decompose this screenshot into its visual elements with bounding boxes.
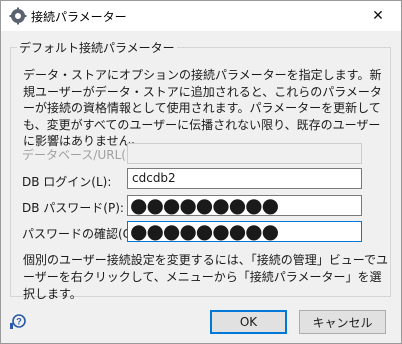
db-login-label: DB ログイン(L): [22,175,112,189]
password-confirm-label: パスワードの確認(C): [22,227,140,241]
close-button[interactable]: ✕ [355,1,401,31]
description-text: データ・ストアにオプションの接続パラメーターを指定します。新規ユーザーがデータ・… [23,68,382,148]
database-url-input[interactable] [127,143,362,164]
window-title: 接続パラメーター [31,10,127,24]
password-confirm-input[interactable]: ●●●●●●●●● [127,221,362,242]
svg-text:?: ? [16,317,22,327]
app-gear-icon [9,7,27,25]
title-bar[interactable]: 接続パラメーター ✕ [1,1,401,31]
db-password-input[interactable]: ●●●●●●●●● [127,195,362,216]
cancel-button[interactable]: キャンセル [299,310,386,334]
help-icon[interactable]: ? [9,313,27,331]
ok-button[interactable]: OK [210,310,287,334]
database-url-label: データベース/URL(D): [22,148,144,162]
close-icon: ✕ [372,8,384,24]
note-text: 個別のユーザー接続設定を変更するには、「接続の管理」ビューでユーザーを右クリック… [23,253,389,301]
db-login-input[interactable]: cdcdb2 [127,168,362,189]
db-password-label: DB パスワード(P): [22,201,124,215]
group-legend: デフォルト接続パラメーター [17,39,177,56]
connection-parameters-dialog: 接続パラメーター ✕ デフォルト接続パラメーター データ・ストアにオプションの接… [0,0,402,344]
